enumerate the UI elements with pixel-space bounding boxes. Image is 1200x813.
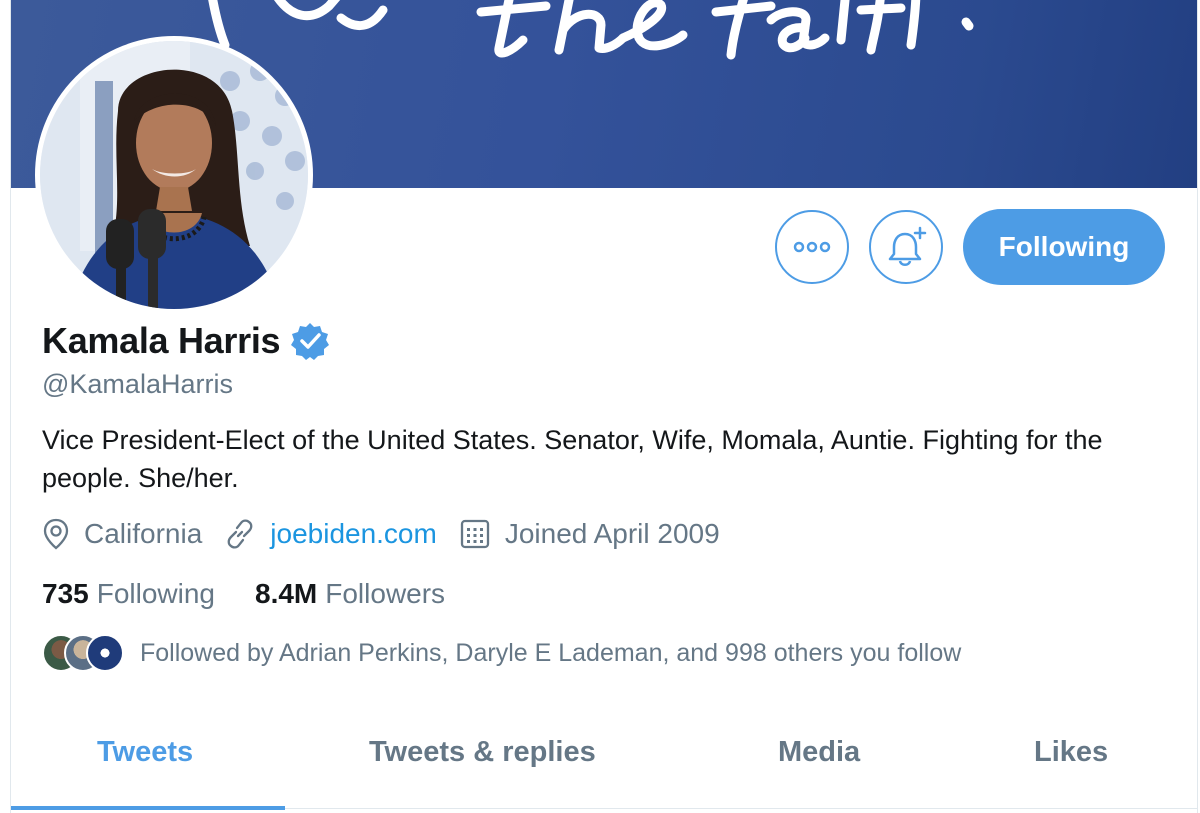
verified-badge-icon (291, 323, 330, 360)
follower-avatar (86, 634, 124, 672)
more-options-button[interactable] (775, 210, 849, 284)
profile-tabs: Tweets Tweets & replies Media Likes (11, 718, 1197, 810)
tab-tweets[interactable]: Tweets (97, 736, 193, 769)
profile-actions: Following (775, 209, 1165, 285)
following-count-value: 735 (42, 578, 89, 609)
tab-media[interactable]: Media (778, 736, 860, 769)
tab-tweets-replies[interactable]: Tweets & replies (369, 736, 596, 769)
avatar-photo (40, 41, 308, 309)
more-dots-icon (793, 241, 831, 253)
profile-page: Following Kamala Harris @KamalaHarris Vi… (10, 0, 1198, 813)
followers-count-label: Followers (325, 578, 446, 609)
notifications-button[interactable] (869, 210, 943, 284)
following-count-label: Following (96, 578, 215, 609)
profile-name-row: Kamala Harris (42, 320, 330, 362)
website-link[interactable]: joebiden.com (270, 518, 437, 550)
profile-bio: Vice President-Elect of the United State… (42, 425, 1103, 493)
profile-handle: @KamalaHarris (42, 369, 233, 399)
followed-by-row[interactable]: Followed by Adrian Perkins, Daryle E Lad… (42, 634, 961, 672)
location-pin-icon (43, 518, 69, 550)
link-icon (227, 519, 253, 549)
following-count[interactable]: 735 Following (42, 578, 215, 610)
tab-likes[interactable]: Likes (1034, 736, 1108, 769)
profile-meta: California joebiden.com Joined April 200… (42, 518, 742, 550)
bell-plus-icon (888, 226, 927, 266)
calendar-icon (460, 519, 489, 549)
website-item[interactable]: joebiden.com (224, 518, 437, 550)
location-text: California (84, 518, 203, 549)
followers-count[interactable]: 8.4M Followers (255, 578, 445, 610)
follow-counts: 735 Following 8.4M Followers (42, 578, 485, 610)
following-button-label: Following (998, 231, 1130, 262)
joined-text: Joined April 2009 (504, 518, 720, 549)
following-button[interactable]: Following (963, 209, 1165, 285)
profile-name: Kamala Harris (42, 320, 281, 361)
followers-count-value: 8.4M (255, 578, 318, 609)
followed-by-text: Followed by Adrian Perkins, Daryle E Lad… (140, 638, 962, 667)
follower-facepile (42, 634, 124, 672)
profile-avatar[interactable] (35, 36, 313, 314)
joined-item: Joined April 2009 (459, 518, 720, 550)
active-tab-indicator (11, 806, 285, 810)
location-item: California (42, 518, 202, 550)
